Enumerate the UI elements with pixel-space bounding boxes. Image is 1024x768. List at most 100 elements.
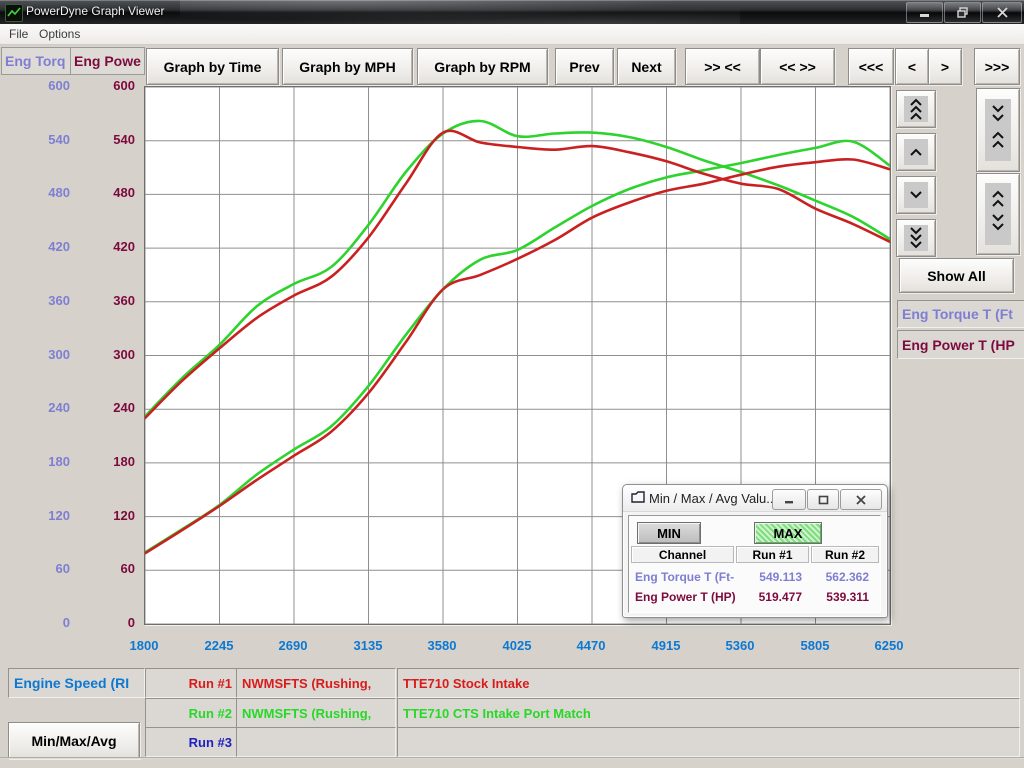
minmax-dialog-titlebar[interactable]: Min / Max / Avg Valu... (623, 485, 887, 512)
graph-by-rpm-button[interactable]: Graph by RPM (417, 48, 548, 85)
prev-button[interactable]: Prev (555, 48, 614, 85)
dialog-icon (631, 491, 645, 504)
dialog-row-torque-run1: 549.113 (736, 569, 802, 585)
torque-tick: 60 (10, 561, 70, 577)
titlebar-gloss (180, 0, 740, 24)
channel-box-power[interactable]: Eng Power T (HP (897, 330, 1024, 359)
torque-tick: 240 (10, 400, 70, 416)
dialog-header-run1[interactable]: Run #1 (736, 546, 809, 563)
tab-eng-torque[interactable]: Eng Torq (1, 47, 72, 75)
dialog-header-channel[interactable]: Channel (631, 546, 734, 563)
x-tick: 4025 (482, 638, 552, 653)
dialog-minimize-button[interactable] (772, 489, 806, 510)
dialog-row-torque-channel: Eng Torque T (Ft- (635, 569, 735, 585)
power-tick: 420 (75, 239, 135, 255)
x-tick: 3135 (333, 638, 403, 653)
scale-up-fast-button[interactable] (896, 90, 936, 128)
menu-options[interactable]: Options (39, 27, 80, 41)
dialog-row-power-run1: 519.477 (736, 589, 802, 605)
power-tick: 300 (75, 347, 135, 363)
chevrons-inward-icon (985, 99, 1011, 161)
torque-tick: 360 (10, 293, 70, 309)
scroll-far-right-button[interactable]: >>> (974, 48, 1020, 85)
triple-chevron-up-icon (904, 96, 928, 122)
torque-tick: 120 (10, 508, 70, 524)
run3-desc-box[interactable] (397, 727, 1020, 757)
collapse-scale-button[interactable] (976, 88, 1020, 172)
minimize-button[interactable] (906, 2, 943, 23)
run2-operator-box[interactable]: NWMSFTS (Rushing, (236, 698, 396, 728)
run3-operator-box[interactable] (236, 727, 396, 757)
x-axis-ticks: 1800224526903135358040254470491553605805… (144, 638, 891, 656)
chevron-down-icon (904, 182, 928, 208)
torque-tick: 600 (10, 78, 70, 94)
graph-by-mph-button[interactable]: Graph by MPH (282, 48, 413, 85)
scale-down-fast-button[interactable] (896, 219, 936, 257)
power-tick: 360 (75, 293, 135, 309)
zoom-in-x-button[interactable]: >> << (685, 48, 760, 85)
show-all-button[interactable]: Show All (899, 258, 1014, 293)
torque-axis-ticks: 600540480420360300240180120600 (10, 86, 70, 625)
dialog-header-run2[interactable]: Run #2 (811, 546, 879, 563)
graph-by-time-button[interactable]: Graph by Time (146, 48, 279, 85)
run3-label-box[interactable]: Run #3 (145, 727, 239, 757)
min-max-avg-button[interactable]: Min/Max/Avg (8, 722, 140, 759)
torque-tick: 480 (10, 185, 70, 201)
x-tick: 4915 (631, 638, 701, 653)
min-toggle-button[interactable]: MIN (637, 522, 701, 544)
scale-up-button[interactable] (896, 133, 936, 171)
run2-label-box[interactable]: Run #2 (145, 698, 239, 728)
chevron-up-icon (904, 139, 928, 165)
x-tick: 2690 (258, 638, 328, 653)
dialog-row-power-run2: 539.311 (811, 589, 869, 605)
power-tick: 480 (75, 185, 135, 201)
run1-desc-box[interactable]: TTE710 Stock Intake (397, 668, 1020, 698)
tab-eng-power[interactable]: Eng Powe (70, 47, 145, 75)
title-bar: PowerDyne Graph Viewer (0, 0, 1024, 24)
x-tick: 1800 (109, 638, 179, 653)
minmax-dialog: Min / Max / Avg Valu... MIN MAX Channel … (622, 484, 888, 618)
dialog-close-button[interactable] (840, 489, 882, 510)
power-tick: 0 (75, 615, 135, 631)
x-channel-box[interactable]: Engine Speed (RI (8, 668, 145, 698)
restore-button[interactable] (944, 2, 981, 23)
app-window: PowerDyne Graph Viewer File Options Eng … (0, 0, 1024, 768)
x-tick: 5360 (705, 638, 775, 653)
menu-bar: File Options (0, 24, 1024, 45)
torque-tick: 300 (10, 347, 70, 363)
scroll-far-left-button[interactable]: <<< (848, 48, 894, 85)
x-tick: 3580 (407, 638, 477, 653)
window-bottom-edge (0, 757, 1024, 759)
expand-scale-button[interactable] (976, 173, 1020, 255)
power-tick: 60 (75, 561, 135, 577)
power-tick: 600 (75, 78, 135, 94)
dialog-row-power-channel: Eng Power T (HP) (635, 589, 735, 605)
close-button[interactable] (982, 2, 1022, 23)
run1-operator-box[interactable]: NWMSFTS (Rushing, (236, 668, 396, 698)
chevrons-outward-icon (985, 183, 1011, 245)
power-tick: 180 (75, 454, 135, 470)
zoom-out-x-button[interactable]: << >> (760, 48, 835, 85)
run2-desc-box[interactable]: TTE710 CTS Intake Port Match (397, 698, 1020, 728)
power-tick: 120 (75, 508, 135, 524)
scroll-right-button[interactable]: > (928, 48, 962, 85)
torque-tick: 420 (10, 239, 70, 255)
app-icon (5, 4, 23, 22)
triple-chevron-down-icon (904, 225, 928, 251)
scroll-left-button[interactable]: < (895, 48, 929, 85)
max-toggle-button[interactable]: MAX (754, 522, 822, 544)
x-tick: 2245 (184, 638, 254, 653)
scale-down-button[interactable] (896, 176, 936, 214)
torque-tick: 540 (10, 132, 70, 148)
channel-box-torque[interactable]: Eng Torque T (Ft (897, 300, 1024, 328)
x-tick: 6250 (854, 638, 924, 653)
x-tick: 4470 (556, 638, 626, 653)
power-tick: 540 (75, 132, 135, 148)
torque-tick: 180 (10, 454, 70, 470)
dialog-maximize-button[interactable] (807, 489, 839, 510)
run1-label-box[interactable]: Run #1 (145, 668, 239, 698)
next-button[interactable]: Next (617, 48, 676, 85)
dialog-row-torque-run2: 562.362 (811, 569, 869, 585)
menu-file[interactable]: File (9, 27, 28, 41)
dialog-title: Min / Max / Avg Valu... (649, 491, 777, 506)
